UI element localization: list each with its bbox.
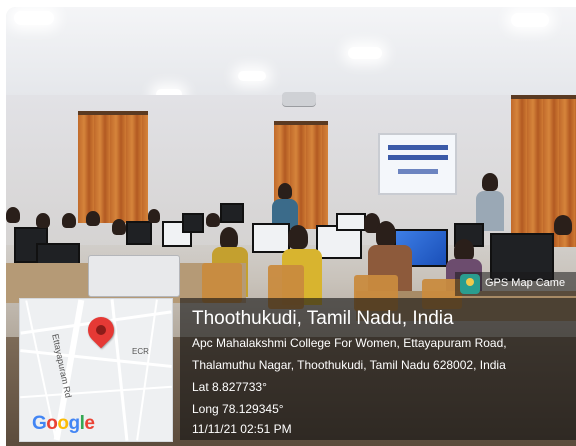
computer-monitor bbox=[336, 213, 366, 231]
ceiling-light bbox=[348, 47, 382, 59]
computer-monitor bbox=[220, 203, 244, 223]
slide-line bbox=[388, 155, 448, 160]
student-head bbox=[86, 211, 100, 226]
gps-map-camera-badge: GPS Map Came bbox=[455, 272, 576, 296]
student-head bbox=[62, 213, 76, 228]
address-line: Apc Mahalakshmi College For Women, Ettay… bbox=[192, 336, 507, 350]
logo-letter: G bbox=[32, 413, 47, 434]
student-head bbox=[288, 225, 308, 249]
logo-letter: g bbox=[68, 413, 81, 434]
student-head bbox=[148, 209, 160, 223]
location-info-panel: Thoothukudi, Tamil Nadu, India Apc Mahal… bbox=[180, 298, 576, 440]
ceiling bbox=[6, 7, 576, 102]
ceiling-light bbox=[511, 13, 549, 27]
badge-label: GPS Map Came bbox=[485, 277, 566, 289]
photo-frame: GPS Map Came Ettayapuram Rd ECR Google T… bbox=[0, 0, 576, 446]
student-head bbox=[220, 227, 238, 249]
computer-monitor bbox=[252, 223, 290, 253]
presenter-head bbox=[278, 183, 292, 199]
projector bbox=[282, 92, 316, 106]
logo-letter: e bbox=[84, 413, 95, 434]
ceiling-light bbox=[14, 11, 54, 25]
logo-letter: o bbox=[57, 413, 69, 434]
student-head bbox=[454, 239, 474, 261]
gps-map-camera-icon bbox=[460, 274, 480, 294]
google-logo: Google bbox=[32, 413, 95, 435]
student-head bbox=[36, 213, 50, 228]
logo-letter: o bbox=[46, 413, 58, 434]
chair bbox=[202, 263, 242, 303]
computer-monitor bbox=[182, 213, 204, 233]
address-line: Thalamuthu Nagar, Thoothukudi, Tamil Nad… bbox=[192, 358, 506, 372]
student-head bbox=[554, 215, 572, 235]
student-head bbox=[206, 213, 220, 227]
longitude: Long 78.129345° bbox=[192, 402, 284, 416]
slide-line bbox=[388, 145, 448, 150]
computer-monitor bbox=[126, 221, 152, 245]
ceiling-light bbox=[238, 71, 266, 81]
printer bbox=[88, 255, 180, 297]
student-head bbox=[112, 219, 126, 235]
location-city: Thoothukudi, Tamil Nadu, India bbox=[192, 308, 454, 329]
map-road bbox=[136, 299, 158, 441]
student-head bbox=[6, 207, 20, 223]
presenter-head bbox=[482, 173, 498, 191]
latitude: Lat 8.827733° bbox=[192, 380, 267, 394]
projection-screen bbox=[378, 133, 457, 195]
timestamp: 11/11/21 02:51 PM bbox=[192, 422, 292, 436]
location-map-thumbnail: Ettayapuram Rd ECR Google bbox=[19, 298, 173, 442]
curtain-left bbox=[78, 111, 148, 223]
slide-line bbox=[398, 169, 438, 174]
student-head bbox=[376, 221, 396, 247]
map-road-label: ECR bbox=[132, 347, 149, 356]
